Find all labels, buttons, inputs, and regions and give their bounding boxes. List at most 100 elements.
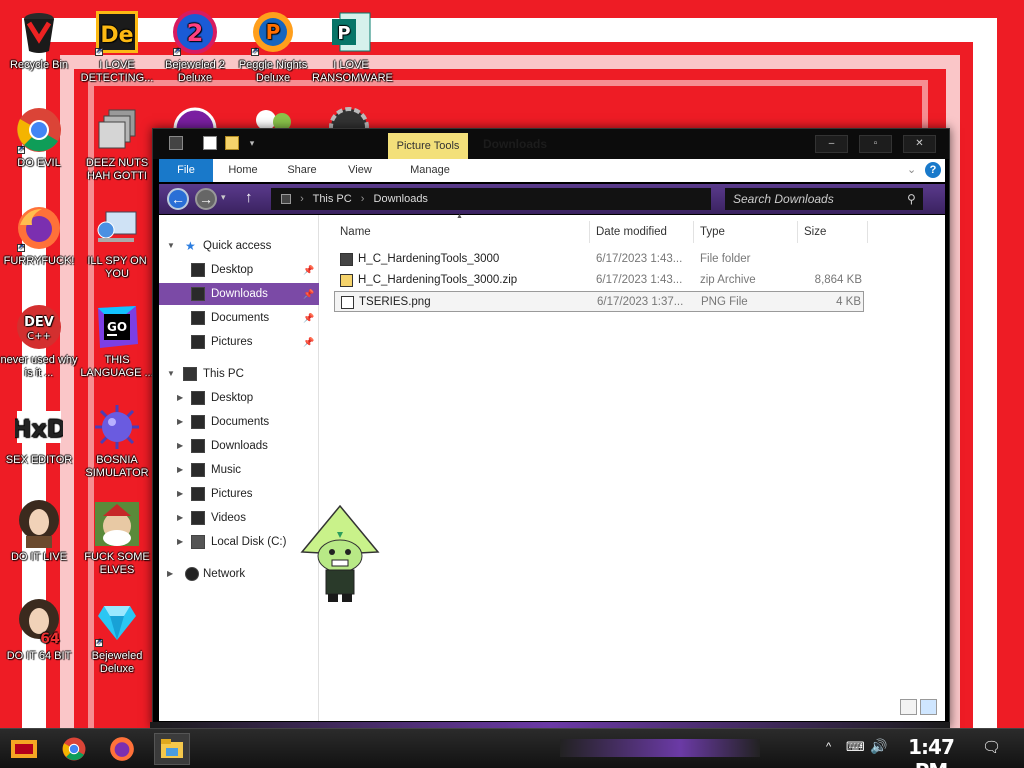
chevron-right-icon[interactable]: ▶ (177, 387, 187, 409)
taskbar-chrome[interactable] (56, 733, 92, 765)
app-icon[interactable] (169, 136, 183, 150)
desktop-icon-chrome[interactable]: ↗ DO EVIL (0, 106, 78, 170)
nav-quick-access[interactable]: ▼ ★ Quick access (159, 235, 319, 257)
close-button[interactable]: ✕ (903, 135, 936, 153)
nav-qa-desktop[interactable]: Desktop 📌 (159, 259, 319, 281)
publisher-icon: P (327, 8, 375, 56)
picture-tools-tab[interactable]: Picture Tools (388, 133, 468, 159)
taskbar-accent (560, 739, 760, 757)
column-header-name[interactable]: Name (334, 221, 590, 243)
file-row[interactable]: H_C_HardeningTools_3000.zip 6/17/2023 1:… (334, 270, 864, 291)
chevron-down-icon[interactable]: ▼ (167, 363, 177, 385)
nav-network[interactable]: ▶ Network (159, 563, 319, 585)
de-app-icon: De ↗ (93, 8, 141, 56)
chevron-right-icon[interactable]: ▶ (177, 483, 187, 505)
desktop-icon-deez[interactable]: DEEZ NUTS HAH GOTTI (78, 106, 156, 183)
taskbar-firefox[interactable] (104, 733, 140, 765)
file-size: 4 KB (836, 296, 861, 308)
explorer-window[interactable]: ▾ Picture Tools Downloads ‒ ▫ ✕ File Hom… (152, 128, 950, 728)
nav-pc-downloads[interactable]: ▶ Downloads (159, 435, 319, 457)
nav-pc-videos[interactable]: ▶ Videos (159, 507, 319, 529)
nav-qa-documents[interactable]: Documents 📌 (159, 307, 319, 329)
pin-icon[interactable]: 📌 (303, 307, 314, 329)
desktop-icon-bosnia[interactable]: BOSNIA SIMULATOR (78, 403, 156, 480)
desktop-icon-recycle-bin[interactable]: Recycle Bin (0, 8, 78, 72)
tab-view[interactable]: View (335, 159, 385, 182)
desktop-icon-firefox[interactable]: ↗ FURRYFUCK! (0, 204, 78, 268)
recent-locations-icon[interactable]: ▾ (221, 192, 226, 203)
desktop-icon-bejeweled[interactable]: ↗ Bejeweled Deluxe (78, 599, 156, 676)
nav-qa-downloads[interactable]: Downloads 📌 (159, 283, 319, 305)
file-row[interactable]: H_C_HardeningTools_3000 6/17/2023 1:43..… (334, 249, 864, 270)
new-folder-icon[interactable] (225, 136, 239, 150)
desktop-icon-goland[interactable]: GO THIS LANGUAGE ... (78, 303, 156, 380)
chevron-right-icon[interactable]: ▶ (177, 411, 187, 433)
nav-this-pc[interactable]: ▼ This PC (159, 363, 319, 385)
search-input[interactable]: Search Downloads (725, 188, 923, 210)
nav-qa-pictures[interactable]: Pictures 📌 (159, 331, 319, 353)
tab-file[interactable]: File (159, 159, 213, 182)
pin-icon[interactable]: 📌 (303, 283, 314, 305)
tab-manage[interactable]: Manage (395, 159, 465, 182)
properties-icon[interactable] (203, 136, 217, 150)
desktop-icon-hxd[interactable]: HxD SEX EDITOR (0, 403, 78, 467)
chevron-right-icon[interactable]: ▶ (177, 459, 187, 481)
file-row[interactable]: TSERIES.png 6/17/2023 1:37... PNG File 4… (334, 291, 864, 312)
desktop-icon-devcpp[interactable]: DEV C++ never used why is it ... (0, 303, 78, 380)
pin-icon[interactable]: 📌 (303, 331, 314, 353)
help-icon[interactable]: ? (925, 162, 941, 178)
column-header-size[interactable]: Size (798, 221, 868, 243)
tab-home[interactable]: Home (219, 159, 267, 182)
desktop-icon-elves[interactable]: FUCK SOME ELVES (78, 500, 156, 577)
hidden-desktop-icon-2[interactable] (250, 104, 296, 130)
desktop-icon-publisher[interactable]: P I LOVE RANSOMWARE (312, 8, 393, 85)
desktop-icon-bejeweled2[interactable]: 2 ↗ Bejeweled 2 Deluxe (156, 8, 234, 85)
breadcrumb-this-pc[interactable]: This PC (313, 193, 352, 205)
chevron-right-icon[interactable]: ▶ (167, 563, 177, 585)
large-icons-view-icon[interactable] (920, 699, 937, 715)
nav-pc-documents[interactable]: ▶ Documents (159, 411, 319, 433)
hidden-desktop-icon-3[interactable] (326, 104, 372, 130)
maximize-button[interactable]: ▫ (859, 135, 892, 153)
volume-icon[interactable]: 🔊 (870, 738, 887, 755)
back-arrow-icon[interactable]: ← (167, 188, 189, 210)
desktop-icon-spy[interactable]: ILL SPY ON YOU (78, 204, 156, 281)
qat-dropdown-icon[interactable]: ▾ (245, 136, 259, 150)
chevron-right-icon[interactable]: ▶ (177, 507, 187, 529)
desktop-icon-do-it-live[interactable]: DO IT LIVE (0, 500, 78, 564)
nav-pc-music[interactable]: ▶ Music (159, 459, 319, 481)
desktop-icon-peggle[interactable]: P ↗ Peggle Nights Deluxe (234, 8, 312, 85)
pin-icon[interactable]: 📌 (303, 259, 314, 281)
desktop-icon-de[interactable]: De ↗ I LOVE DETECTING... (78, 8, 156, 85)
hidden-desktop-icon-1[interactable] (172, 106, 218, 130)
address-box[interactable]: › This PC › Downloads (271, 188, 711, 210)
notifications-icon[interactable]: 🗨 (982, 738, 1001, 756)
chevron-down-icon[interactable]: ▼ (167, 235, 177, 257)
chevron-right-icon[interactable]: ▶ (177, 435, 187, 457)
shortcut-arrow-icon: ↗ (251, 48, 259, 56)
title-bar[interactable]: ▾ Picture Tools Downloads ‒ ▫ ✕ (153, 129, 949, 159)
column-header-date[interactable]: Date modified (590, 221, 694, 243)
ribbon-expand-icon[interactable]: ⌄ (907, 163, 916, 176)
nav-pc-desktop[interactable]: ▶ Desktop (159, 387, 319, 409)
tab-share[interactable]: Share (277, 159, 327, 182)
minimize-button[interactable]: ‒ (815, 135, 848, 153)
tray-overflow-icon[interactable]: ^ (826, 741, 831, 753)
details-view-icon[interactable] (900, 699, 917, 715)
column-header-type[interactable]: Type (694, 221, 798, 243)
nav-pc-local-disk[interactable]: ▶ Local Disk (C:) (159, 531, 319, 553)
chevron-right-icon[interactable]: ▶ (177, 531, 187, 553)
taskbar-file-explorer[interactable] (154, 733, 190, 765)
up-arrow-icon[interactable]: ↑ (245, 189, 253, 206)
desktop-icon-do-it-64[interactable]: 64 DO IT 64 BIT (0, 599, 78, 663)
chrome-icon (62, 737, 86, 761)
documents-folder-icon (191, 415, 205, 429)
nav-pc-pictures[interactable]: ▶ Pictures (159, 483, 319, 505)
start-button[interactable] (6, 733, 42, 765)
search-icon[interactable]: ⚲ (907, 192, 916, 206)
stacked-windows-icon (93, 106, 141, 154)
forward-arrow-icon[interactable]: → (195, 188, 217, 210)
breadcrumb-downloads[interactable]: Downloads (374, 193, 428, 205)
taskbar-clock[interactable]: 1:47 PM (898, 735, 964, 768)
network-tray-icon[interactable]: ⌨ (846, 739, 865, 755)
